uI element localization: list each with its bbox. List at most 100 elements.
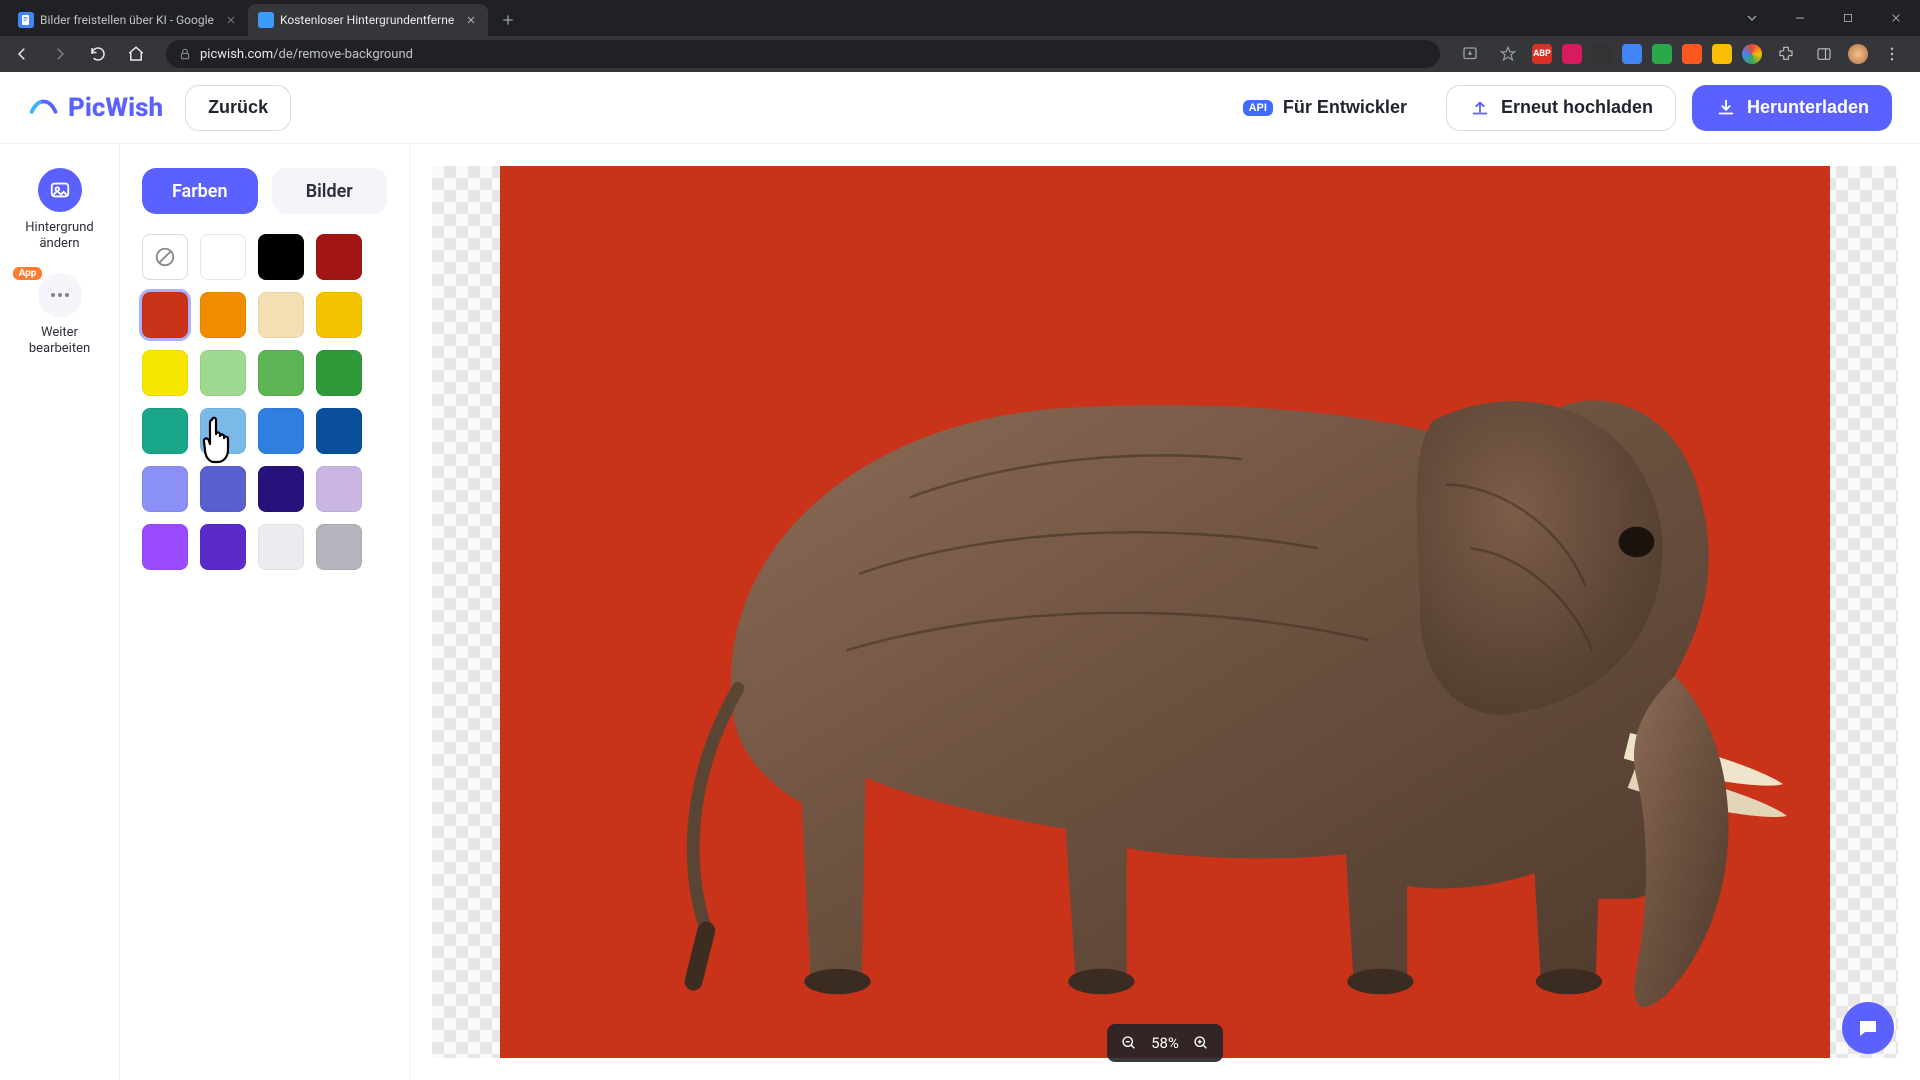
- tab-title: Bilder freistellen über KI - Google: [40, 13, 218, 27]
- url-domain: picwish.com: [200, 47, 273, 62]
- tab-images[interactable]: Bilder: [272, 168, 388, 214]
- browser-tab-1[interactable]: Bilder freistellen über KI - Google: [8, 4, 248, 36]
- window-maximize-button[interactable]: [1824, 0, 1872, 36]
- color-swatch[interactable]: [142, 234, 188, 280]
- upload-icon: [1469, 97, 1491, 119]
- rail-continue-label: Weiter bearbeiten: [10, 325, 110, 358]
- nav-home-button[interactable]: [122, 40, 150, 68]
- browser-tab-strip: Bilder freistellen über KI - Google Kost…: [0, 0, 1920, 36]
- color-swatch[interactable]: [258, 408, 304, 454]
- tab-favicon-docs: [18, 12, 34, 28]
- color-swatch[interactable]: [316, 466, 362, 512]
- rail-change-bg-label: Hintergrund ändern: [10, 220, 110, 253]
- ext-abp-icon[interactable]: ABP: [1532, 44, 1552, 64]
- panel-tabs: Farben Bilder: [142, 168, 387, 214]
- color-swatch[interactable]: [258, 466, 304, 512]
- color-swatch[interactable]: [316, 292, 362, 338]
- change-bg-icon: [38, 168, 82, 212]
- browser-toolbar: picwish.com/de/remove-background ABP: [0, 36, 1920, 72]
- tab-title: Kostenloser Hintergrundentferne: [280, 13, 458, 27]
- url-path: /de/remove-background: [273, 47, 413, 62]
- ext-icon-7[interactable]: [1712, 44, 1732, 64]
- extensions-menu-icon[interactable]: [1772, 40, 1800, 68]
- browser-tab-2[interactable]: Kostenloser Hintergrundentferne: [248, 4, 488, 36]
- developers-label: Für Entwickler: [1283, 97, 1407, 118]
- color-swatch[interactable]: [142, 524, 188, 570]
- ext-icon-6[interactable]: [1682, 44, 1702, 64]
- nav-back-button[interactable]: [8, 40, 36, 68]
- rail-continue-edit[interactable]: App Weiter bearbeiten: [10, 273, 110, 358]
- side-panel-icon[interactable]: [1810, 40, 1838, 68]
- back-button[interactable]: Zurück: [185, 85, 291, 131]
- nav-forward-button[interactable]: [46, 40, 74, 68]
- color-swatch[interactable]: [200, 292, 246, 338]
- reupload-button[interactable]: Erneut hochladen: [1446, 85, 1676, 131]
- lock-icon: [178, 47, 192, 61]
- color-swatch[interactable]: [142, 466, 188, 512]
- back-label: Zurück: [208, 97, 268, 118]
- tab-dropdown-icon[interactable]: [1728, 0, 1776, 36]
- color-swatch[interactable]: [316, 350, 362, 396]
- download-button[interactable]: Herunterladen: [1692, 85, 1892, 131]
- color-swatch[interactable]: [258, 234, 304, 280]
- nav-reload-button[interactable]: [84, 40, 112, 68]
- chat-icon: [1856, 1016, 1880, 1040]
- zoom-in-icon[interactable]: [1193, 1035, 1209, 1051]
- developers-button[interactable]: API Für Entwickler: [1220, 85, 1430, 131]
- tab-colors-label: Farben: [172, 181, 228, 202]
- window-controls: [1728, 0, 1920, 36]
- zoom-control: 58%: [1107, 1024, 1223, 1062]
- bookmark-icon[interactable]: [1494, 40, 1522, 68]
- color-swatch[interactable]: [142, 292, 188, 338]
- app-header: PicWish Zurück API Für Entwickler Erneut…: [0, 72, 1920, 144]
- tab-favicon-picwish: [258, 12, 274, 28]
- color-swatch[interactable]: [200, 466, 246, 512]
- tab-close-icon[interactable]: [464, 13, 478, 27]
- left-rail: Hintergrund ändern App Weiter bearbeiten: [0, 144, 120, 1080]
- color-swatch[interactable]: [200, 524, 246, 570]
- profile-avatar[interactable]: [1848, 44, 1868, 64]
- new-tab-button[interactable]: [494, 6, 522, 34]
- ext-icon-5[interactable]: [1652, 44, 1672, 64]
- color-swatch[interactable]: [258, 524, 304, 570]
- canvas-area: 58%: [410, 144, 1920, 1080]
- background-panel: Farben Bilder: [120, 144, 410, 1080]
- image-background[interactable]: [500, 166, 1830, 1058]
- window-minimize-button[interactable]: [1776, 0, 1824, 36]
- api-badge: API: [1243, 100, 1273, 116]
- zoom-value: 58%: [1151, 1034, 1179, 1052]
- color-swatch[interactable]: [316, 408, 362, 454]
- ext-icon-8[interactable]: [1742, 44, 1762, 64]
- logo-icon: [28, 93, 58, 123]
- ext-icon-3[interactable]: [1592, 44, 1612, 64]
- color-swatch[interactable]: [200, 408, 246, 454]
- ext-icon-2[interactable]: [1562, 44, 1582, 64]
- tab-close-icon[interactable]: [224, 13, 238, 27]
- tab-images-label: Bilder: [306, 181, 353, 202]
- color-swatch[interactable]: [316, 524, 362, 570]
- color-swatch[interactable]: [258, 292, 304, 338]
- color-swatch[interactable]: [142, 350, 188, 396]
- logo-text: PicWish: [68, 93, 163, 123]
- download-label: Herunterladen: [1747, 97, 1869, 118]
- subject-image: [500, 166, 1830, 1058]
- download-icon: [1715, 97, 1737, 119]
- chat-fab[interactable]: [1842, 1002, 1894, 1054]
- window-close-button[interactable]: [1872, 0, 1920, 36]
- ext-icon-4[interactable]: [1622, 44, 1642, 64]
- browser-menu-icon[interactable]: [1878, 40, 1906, 68]
- color-swatch[interactable]: [316, 234, 362, 280]
- color-swatch[interactable]: [258, 350, 304, 396]
- reupload-label: Erneut hochladen: [1501, 97, 1653, 118]
- app-logo[interactable]: PicWish: [28, 93, 163, 123]
- color-swatch[interactable]: [200, 234, 246, 280]
- zoom-out-icon[interactable]: [1121, 1035, 1137, 1051]
- color-swatch[interactable]: [142, 408, 188, 454]
- url-field[interactable]: picwish.com/de/remove-background: [166, 40, 1440, 68]
- install-app-icon[interactable]: [1456, 40, 1484, 68]
- color-swatch[interactable]: [200, 350, 246, 396]
- tab-colors[interactable]: Farben: [142, 168, 258, 214]
- app-badge: App: [13, 267, 43, 280]
- no-color-icon: [154, 246, 176, 268]
- rail-change-background[interactable]: Hintergrund ändern: [10, 168, 110, 253]
